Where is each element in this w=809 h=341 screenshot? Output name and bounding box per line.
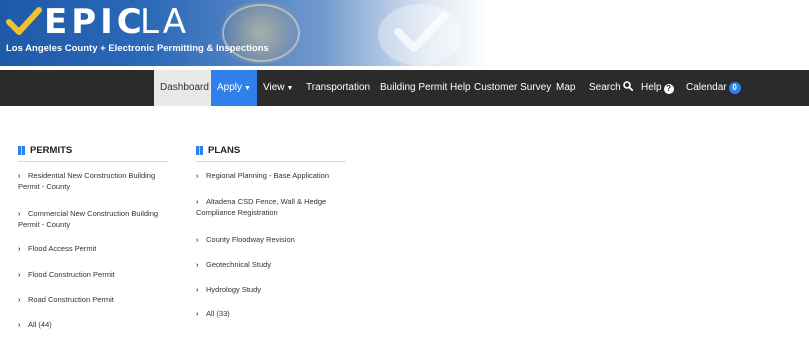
nav-view-label: View	[263, 82, 285, 93]
plans-header: PLANS	[196, 143, 346, 157]
permit-link-residential[interactable]: › Residential New Construction Building P…	[18, 171, 155, 192]
list-item-label: Regional Planning - Base Application	[206, 171, 329, 180]
permits-title: PERMITS	[30, 144, 73, 156]
logo-la-text: LA	[140, 2, 189, 42]
plan-link-all[interactable]: › All (33)	[196, 309, 230, 320]
list-item-label: Road Construction Permit	[28, 295, 114, 304]
search-icon	[623, 81, 634, 92]
plan-link-floodway-revision[interactable]: › County Floodway Revision	[196, 235, 295, 246]
list-item-label: Commercial New Construction Building	[28, 209, 159, 218]
nav-help[interactable]: Help?	[641, 70, 674, 106]
calendar-count-badge: 0	[728, 82, 741, 94]
nav-transportation[interactable]: Transportation	[306, 70, 370, 106]
list-item-label: Compliance Registration	[196, 208, 278, 217]
chevron-right-icon: ›	[18, 272, 21, 279]
list-item-label: Permit - County	[18, 220, 71, 229]
nav-apply[interactable]: Apply ▼	[211, 70, 257, 106]
plan-link-hydrology[interactable]: › Hydrology Study	[196, 285, 261, 296]
list-item-label: Flood Construction Permit	[28, 270, 115, 279]
chevron-right-icon: ›	[196, 199, 199, 206]
header-banner: EPIC LA Los Angeles County + Electronic …	[0, 0, 809, 66]
nav-transportation-label: Transportation	[306, 82, 371, 93]
list-item-label: Altadena CSD Fence, Wall & Hedge	[206, 197, 327, 206]
chevron-right-icon: ›	[196, 237, 199, 244]
list-item-label: All (33)	[206, 309, 230, 318]
nav-customer-survey-label: Customer Survey	[474, 82, 552, 93]
nav-apply-label: Apply	[217, 82, 243, 93]
caret-down-icon: ▼	[286, 85, 294, 92]
book-icon	[18, 145, 25, 155]
nav-building-permit-help-label: Building Permit Help	[380, 82, 471, 93]
chevron-right-icon: ›	[18, 173, 21, 180]
permits-section: PERMITS	[18, 143, 168, 162]
book-icon	[196, 145, 203, 155]
logo-subtitle: Los Angeles County + Electronic Permitti…	[6, 43, 269, 54]
chevron-right-icon: ›	[18, 211, 21, 218]
nav-help-label: Help	[641, 82, 662, 93]
nav-map-label: Map	[556, 82, 576, 93]
plan-link-regional-planning[interactable]: › Regional Planning - Base Application	[196, 171, 329, 182]
logo-epic-text: EPIC	[44, 2, 146, 42]
list-item-label: Residential New Construction Building	[28, 171, 156, 180]
chevron-right-icon: ›	[196, 262, 199, 269]
plans-divider	[196, 161, 346, 162]
nav-building-permit-help[interactable]: Building Permit Help	[380, 70, 471, 106]
chevron-right-icon: ›	[196, 287, 199, 294]
permits-header: PERMITS	[18, 143, 168, 157]
main-navbar: Dashboard Apply ▼ View ▼ Transportation Bu…	[0, 70, 809, 106]
nav-dashboard[interactable]: Dashboard	[154, 70, 215, 106]
plan-link-altadena-fence[interactable]: › Altadena CSD Fence, Wall & Hedge Compli…	[196, 197, 326, 218]
nav-calendar[interactable]: Calendar 0	[686, 70, 741, 106]
nav-map[interactable]: Map	[556, 70, 575, 106]
chevron-right-icon: ›	[18, 297, 21, 304]
question-circle-icon: ?	[663, 84, 674, 94]
plans-title: PLANS	[208, 144, 241, 156]
list-item-label: Geotechnical Study	[206, 260, 272, 269]
list-item-label: Hydrology Study	[206, 285, 262, 294]
caret-down-icon: ▼	[244, 85, 251, 92]
permit-link-commercial[interactable]: › Commercial New Construction Building Pe…	[18, 209, 158, 230]
list-item-label: County Floodway Revision	[206, 235, 295, 244]
nav-search[interactable]: Search	[589, 70, 634, 106]
watermark-check-icon	[394, 12, 448, 52]
nav-search-label: Search	[589, 82, 621, 93]
list-item-label: All (44)	[28, 320, 52, 329]
nav-dashboard-label: Dashboard	[160, 82, 209, 93]
chevron-right-icon: ›	[18, 322, 21, 329]
nav-view[interactable]: View ▼	[263, 70, 293, 106]
plan-link-geotechnical[interactable]: › Geotechnical Study	[196, 260, 271, 271]
check-mark-icon	[6, 7, 42, 35]
permit-link-flood-construction[interactable]: › Flood Construction Permit	[18, 270, 115, 281]
plans-section: PLANS	[196, 143, 346, 162]
nav-calendar-label: Calendar	[686, 82, 727, 93]
chevron-right-icon: ›	[196, 311, 199, 318]
permit-link-all[interactable]: › All (44)	[18, 320, 52, 331]
list-item-label: Flood Access Permit	[28, 244, 97, 253]
nav-customer-survey[interactable]: Customer Survey	[474, 70, 551, 106]
permits-divider	[18, 161, 168, 162]
permit-link-road-construction[interactable]: › Road Construction Permit	[18, 295, 114, 306]
list-item-label: Permit - County	[18, 182, 71, 191]
chevron-right-icon: ›	[196, 173, 199, 180]
chevron-right-icon: ›	[18, 246, 21, 253]
permit-link-flood-access[interactable]: › Flood Access Permit	[18, 244, 96, 255]
